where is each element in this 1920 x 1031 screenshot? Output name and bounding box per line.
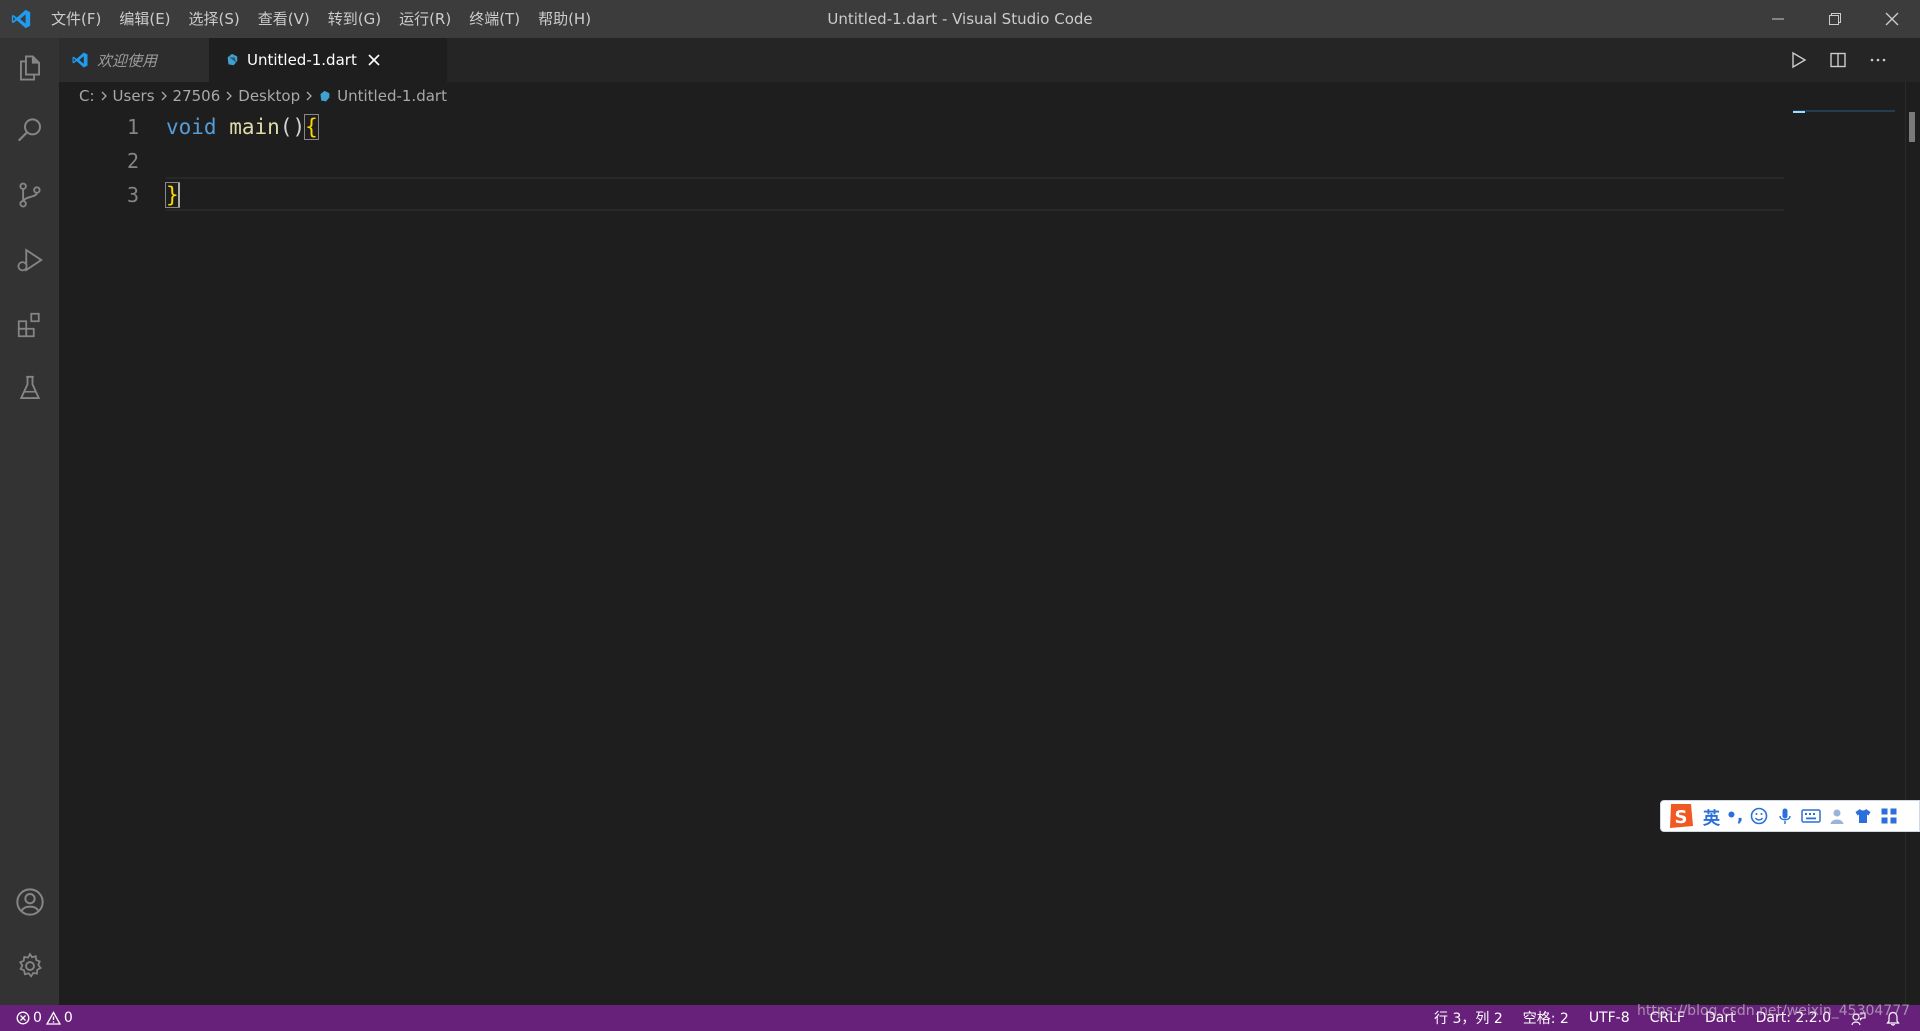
split-editor-button[interactable] <box>1826 48 1850 72</box>
chevron-right-icon <box>99 90 109 102</box>
code-line-3: } <box>165 178 180 212</box>
editor-scrollbar[interactable] <box>1905 82 1920 1005</box>
tab-label: 欢迎使用 <box>97 51 158 70</box>
chevron-right-icon <box>224 90 234 102</box>
play-icon <box>1792 51 1807 69</box>
user-icon[interactable] <box>1827 806 1847 826</box>
split-editor-icon <box>1830 52 1846 68</box>
title-bar: 文件(F) 编辑(E) 选择(S) 查看(V) 转到(G) 运行(R) 终端(T… <box>0 0 1920 38</box>
minimize-button[interactable] <box>1749 0 1806 38</box>
status-eol[interactable]: CRLF <box>1650 1010 1685 1026</box>
ellipsis-icon <box>1870 58 1886 62</box>
explorer-icon[interactable] <box>0 38 59 98</box>
editor-actions <box>1786 38 1890 82</box>
close-icon <box>1885 12 1898 26</box>
open-brace-token: { <box>304 114 319 140</box>
breadcrumb-user-folder[interactable]: 27506 <box>173 87 221 105</box>
warning-icon <box>45 1011 61 1025</box>
run-file-button[interactable] <box>1786 48 1810 72</box>
error-count: 0 <box>33 1010 42 1026</box>
skin-shirt-icon[interactable] <box>1853 806 1873 826</box>
window-controls <box>1749 0 1920 38</box>
vscode-logo-icon <box>0 0 42 38</box>
dart-file-icon <box>225 53 239 67</box>
vscode-logo-icon <box>71 51 89 69</box>
status-dart-sdk[interactable]: Dart: 2.2.0 <box>1756 1010 1831 1026</box>
current-line-highlight <box>166 177 1784 211</box>
tab-close-icon[interactable] <box>367 53 381 67</box>
status-language[interactable]: Dart <box>1705 1010 1736 1026</box>
tab-welcome[interactable]: 欢迎使用 <box>59 38 209 82</box>
breadcrumb-file[interactable]: Untitled-1.dart <box>318 87 447 105</box>
svg-text:S: S <box>1675 807 1688 828</box>
paren-token: () <box>279 115 306 139</box>
breadcrumb-drive[interactable]: C: <box>79 87 95 105</box>
menu-run[interactable]: 运行(R) <box>390 0 460 38</box>
scrollbar-thumb[interactable] <box>1909 112 1915 142</box>
status-encoding[interactable]: UTF-8 <box>1589 1010 1630 1026</box>
code-line-1: void main(){ <box>166 110 319 144</box>
line-number: 3 <box>126 183 139 207</box>
line-number: 1 <box>126 115 139 139</box>
sogou-logo-icon[interactable]: S <box>1665 800 1697 832</box>
menu-view[interactable]: 查看(V) <box>249 0 319 38</box>
account-icon[interactable] <box>0 872 59 932</box>
keyboard-icon[interactable] <box>1801 806 1822 826</box>
status-right-items: 行 3，列 2 空格: 2 UTF-8 CRLF Dart Dart: 2.2.… <box>1434 1005 1900 1031</box>
breadcrumb-desktop[interactable]: Desktop <box>238 87 300 105</box>
code-editor[interactable]: 1 2 3 void main(){ } <box>59 110 1899 1005</box>
chevron-right-icon <box>159 90 169 102</box>
search-icon[interactable] <box>0 100 59 160</box>
settings-gear-icon[interactable] <box>0 936 59 996</box>
restore-button[interactable] <box>1806 0 1863 38</box>
breadcrumb-users[interactable]: Users <box>113 87 155 105</box>
tab-label: Untitled-1.dart <box>247 51 357 69</box>
restore-icon <box>1828 13 1841 25</box>
activity-bar <box>0 38 59 1005</box>
minimap-content <box>1793 111 1805 113</box>
menu-file[interactable]: 文件(F) <box>42 0 110 38</box>
line-number: 2 <box>126 149 139 173</box>
dart-file-icon <box>318 90 331 103</box>
toolbox-grid-icon[interactable] <box>1879 806 1899 826</box>
tab-untitled-1-dart[interactable]: Untitled-1.dart <box>209 38 447 82</box>
breadcrumb-file-label: Untitled-1.dart <box>337 87 447 105</box>
close-window-button[interactable] <box>1863 0 1920 38</box>
text-cursor <box>178 183 180 207</box>
ime-toolbar: S 英 •, <box>1660 800 1920 832</box>
breadcrumb: C: Users 27506 Desktop Untitled-1.dart <box>59 82 1899 110</box>
error-icon <box>16 1011 30 1025</box>
status-cursor-position[interactable]: 行 3，列 2 <box>1434 1008 1503 1028</box>
minimize-icon <box>1771 18 1784 20</box>
extensions-icon[interactable] <box>0 295 59 355</box>
status-problems[interactable]: 0 0 <box>0 1010 73 1026</box>
testing-icon[interactable] <box>0 358 59 418</box>
menu-terminal[interactable]: 终端(T) <box>460 0 529 38</box>
notifications-bell-icon[interactable] <box>1886 1011 1900 1026</box>
minimap[interactable] <box>1793 110 1895 112</box>
close-brace-token: } <box>165 182 180 208</box>
ime-mode-label[interactable]: 英 <box>1703 804 1720 829</box>
menu-selection[interactable]: 选择(S) <box>180 0 249 38</box>
more-actions-button[interactable] <box>1866 48 1890 72</box>
menu-help[interactable]: 帮助(H) <box>529 0 600 38</box>
source-control-icon[interactable] <box>0 165 59 225</box>
warning-count: 0 <box>63 1010 73 1026</box>
keyword-token: void <box>166 115 217 139</box>
ime-punctuation-label[interactable]: •, <box>1726 806 1743 826</box>
menu-bar: 文件(F) 编辑(E) 选择(S) 查看(V) 转到(G) 运行(R) 终端(T… <box>42 0 600 38</box>
status-bar: 0 0 行 3，列 2 空格: 2 UTF-8 CRLF Dart Dart: … <box>0 1005 1920 1031</box>
status-indentation[interactable]: 空格: 2 <box>1523 1008 1569 1028</box>
run-debug-icon[interactable] <box>0 230 59 290</box>
feedback-icon[interactable] <box>1851 1011 1866 1026</box>
emoji-icon[interactable] <box>1749 806 1769 826</box>
chevron-right-icon <box>304 90 314 102</box>
microphone-icon[interactable] <box>1775 806 1795 826</box>
editor-tabs-bar: 欢迎使用 Untitled-1.dart <box>59 38 1920 82</box>
menu-edit[interactable]: 编辑(E) <box>110 0 179 38</box>
menu-go[interactable]: 转到(G) <box>319 0 390 38</box>
function-token: main <box>229 115 280 139</box>
